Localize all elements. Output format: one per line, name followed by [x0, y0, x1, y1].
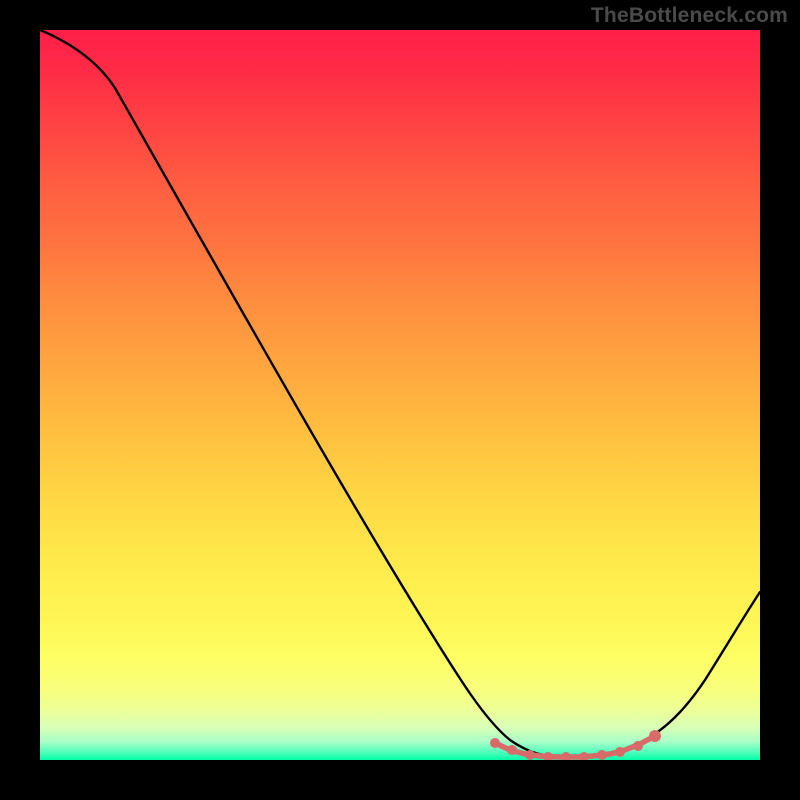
chart-frame: TheBottleneck.com: [0, 0, 800, 800]
marker-dot: [543, 752, 553, 760]
marker-dot: [615, 747, 625, 757]
marker-dot: [507, 745, 517, 755]
bottleneck-curve: [40, 30, 760, 757]
marker-dot: [597, 750, 607, 760]
plot-outer: [40, 30, 760, 760]
marker-dot: [561, 752, 571, 760]
marker-dot: [525, 750, 535, 760]
marker-dot: [579, 752, 589, 760]
marker-dot: [490, 738, 500, 748]
marker-dot: [649, 730, 661, 742]
watermark-text: TheBottleneck.com: [591, 4, 788, 28]
curve-svg: [40, 30, 760, 760]
marker-dot: [633, 741, 643, 751]
